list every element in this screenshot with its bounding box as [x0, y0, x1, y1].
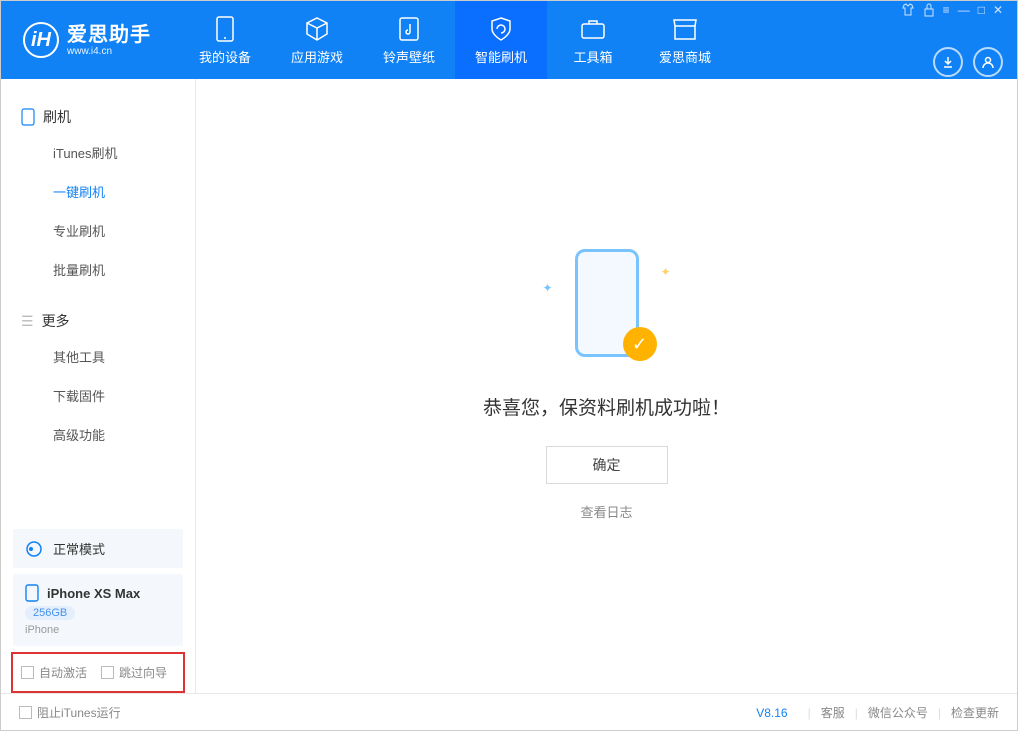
checkbox-auto-activate[interactable]: 自动激活 — [21, 664, 87, 681]
sidebar-item-other-tools[interactable]: 其他工具 — [1, 337, 195, 376]
device-name: iPhone XS Max — [47, 586, 140, 601]
tab-label: 智能刷机 — [475, 47, 527, 66]
tab-ringtones[interactable]: 铃声壁纸 — [363, 1, 455, 79]
wechat-link[interactable]: 微信公众号 — [868, 704, 928, 721]
checkbox-label: 跳过向导 — [119, 664, 167, 681]
sidebar-item-pro-flash[interactable]: 专业刷机 — [1, 211, 195, 250]
tab-label: 工具箱 — [573, 47, 612, 66]
title-bar: iH 爱思助手 www.i4.cn 我的设备 应用游戏 铃声壁纸 智能刷机 工具… — [1, 1, 1017, 79]
nav-tabs: 我的设备 应用游戏 铃声壁纸 智能刷机 工具箱 爱思商城 — [179, 1, 731, 79]
footer: 阻止iTunes运行 V8.16 | 客服 | 微信公众号 | 检查更新 — [1, 693, 1017, 731]
sidebar: 刷机 iTunes刷机 一键刷机 专业刷机 批量刷机 ☰ 更多 其他工具 下载固… — [1, 79, 196, 693]
tab-store[interactable]: 爱思商城 — [639, 1, 731, 79]
close-button[interactable]: ✕ — [993, 3, 1003, 17]
tab-toolbox[interactable]: 工具箱 — [547, 1, 639, 79]
sidebar-section-more: ☰ 更多 — [1, 305, 195, 337]
sidebar-item-oneclick-flash[interactable]: 一键刷机 — [1, 172, 195, 211]
status-label: 正常模式 — [53, 539, 105, 558]
shirt-icon[interactable] — [901, 3, 915, 17]
user-icon[interactable] — [973, 47, 1003, 77]
phone-icon — [211, 15, 239, 43]
success-illustration: ✦ ✦ ✓ — [547, 249, 667, 369]
version-label: V8.16 — [756, 706, 787, 720]
main-content: ✦ ✦ ✓ 恭喜您，保资料刷机成功啦！ 确定 查看日志 — [196, 79, 1017, 693]
sidebar-item-itunes-flash[interactable]: iTunes刷机 — [1, 133, 195, 172]
options-highlight-box: 自动激活 跳过向导 — [11, 652, 185, 693]
check-badge-icon: ✓ — [623, 327, 657, 361]
checkbox-block-itunes[interactable]: 阻止iTunes运行 — [19, 704, 121, 721]
logo-icon: iH — [23, 22, 59, 58]
app-title: 爱思助手 — [67, 24, 151, 46]
section-label: 刷机 — [43, 107, 71, 127]
refresh-shield-icon — [487, 15, 515, 43]
view-log-link[interactable]: 查看日志 — [580, 502, 632, 521]
update-link[interactable]: 检查更新 — [951, 704, 999, 721]
app-subtitle: www.i4.cn — [67, 46, 151, 57]
device-icon — [25, 584, 39, 602]
ok-button[interactable]: 确定 — [546, 446, 668, 484]
minimize-button[interactable]: — — [958, 3, 970, 17]
tab-label: 我的设备 — [199, 47, 251, 66]
list-icon: ☰ — [21, 313, 34, 330]
checkbox-label: 自动激活 — [39, 664, 87, 681]
device-type: iPhone — [25, 624, 171, 636]
checkbox-label: 阻止iTunes运行 — [37, 704, 121, 721]
sparkle-icon: ✦ — [543, 281, 553, 295]
logo: iH 爱思助手 www.i4.cn — [9, 22, 165, 58]
status-icon — [25, 540, 43, 558]
tab-label: 爱思商城 — [659, 47, 711, 66]
tab-label: 铃声壁纸 — [383, 47, 435, 66]
download-icon[interactable] — [933, 47, 963, 77]
toolbox-icon — [579, 15, 607, 43]
section-label: 更多 — [42, 311, 70, 331]
window-controls: ≡ — □ ✕ — [901, 3, 1003, 17]
menu-icon[interactable]: ≡ — [943, 3, 950, 17]
store-icon — [671, 15, 699, 43]
support-link[interactable]: 客服 — [821, 704, 845, 721]
maximize-button[interactable]: □ — [978, 3, 985, 17]
phone-outline-icon — [21, 108, 35, 126]
music-file-icon — [395, 15, 423, 43]
tab-my-device[interactable]: 我的设备 — [179, 1, 271, 79]
tab-smart-flash[interactable]: 智能刷机 — [455, 1, 547, 79]
sidebar-section-flash: 刷机 — [1, 101, 195, 133]
tab-apps-games[interactable]: 应用游戏 — [271, 1, 363, 79]
success-message: 恭喜您，保资料刷机成功啦！ — [483, 393, 730, 420]
device-storage-badge: 256GB — [25, 606, 75, 620]
sidebar-item-download-firmware[interactable]: 下载固件 — [1, 376, 195, 415]
sparkle-icon: ✦ — [660, 265, 670, 279]
tab-label: 应用游戏 — [291, 47, 343, 66]
sidebar-item-batch-flash[interactable]: 批量刷机 — [1, 250, 195, 289]
lock-icon[interactable] — [923, 3, 935, 17]
sidebar-item-advanced[interactable]: 高级功能 — [1, 415, 195, 454]
checkbox-skip-guide[interactable]: 跳过向导 — [101, 664, 167, 681]
status-card[interactable]: 正常模式 — [13, 529, 183, 568]
cube-icon — [303, 15, 331, 43]
device-card[interactable]: iPhone XS Max 256GB iPhone — [13, 574, 183, 646]
